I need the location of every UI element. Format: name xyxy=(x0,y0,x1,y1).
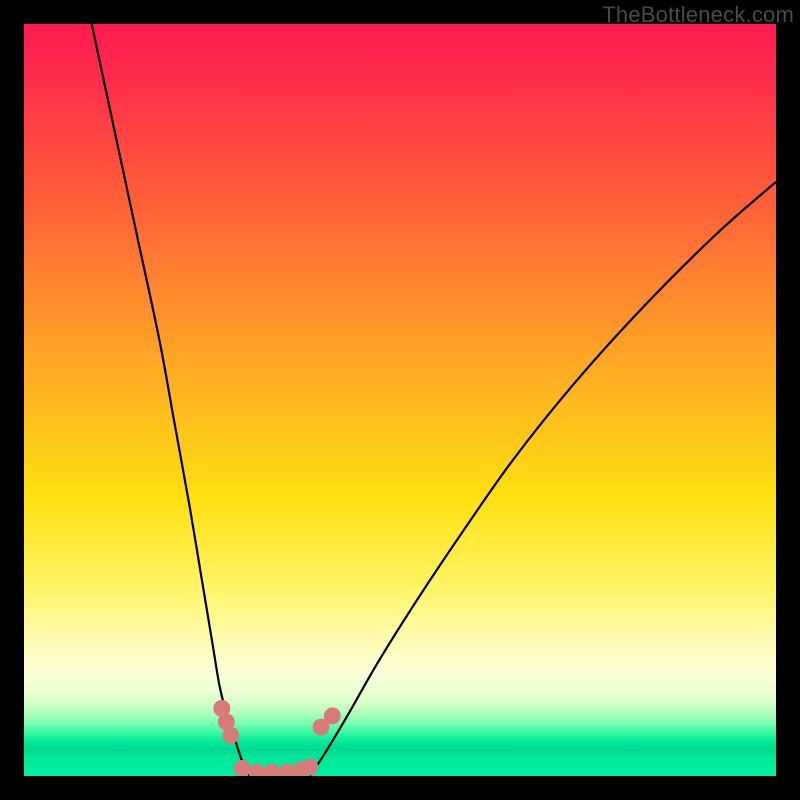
marker-right-cluster-2 xyxy=(324,707,341,724)
marker-left-cluster-3 xyxy=(222,727,239,744)
marker-layer xyxy=(213,700,341,776)
plot-frame xyxy=(24,24,776,776)
curve-right-curve xyxy=(310,182,776,776)
marker-bottom-6 xyxy=(301,758,318,775)
marker-bottom-2 xyxy=(249,764,266,776)
curve-left-curve xyxy=(92,24,250,776)
marker-bottom-3 xyxy=(264,764,281,776)
curve-layer xyxy=(92,24,776,776)
watermark-text: TheBottleneck.com xyxy=(602,2,794,28)
chart-canvas xyxy=(24,24,776,776)
marker-bottom-1 xyxy=(234,760,251,776)
